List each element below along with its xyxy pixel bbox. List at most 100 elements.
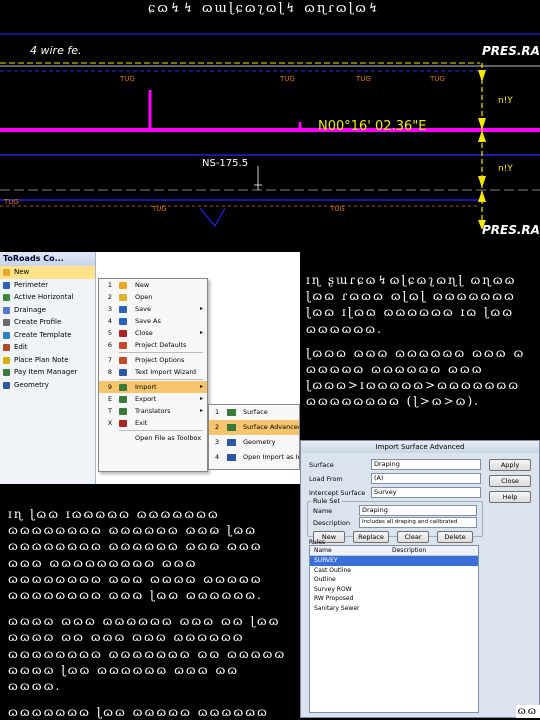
import-menu-item[interactable]: 1 Surface bbox=[209, 405, 299, 420]
replace-button[interactable]: Replace bbox=[353, 531, 389, 543]
menu-accelerator: 2 bbox=[107, 293, 113, 301]
file-menu-item[interactable]: 4 Save As bbox=[99, 315, 207, 327]
left-text-block: ɪɳ ɭɷɷ ɪɷɷɷɷɷ ɷɷɷɷɷɷɷ ɷɷɷɷɷɷɷɷ ɷɷɷɷɷɷ ɷɷ… bbox=[4, 506, 298, 720]
menu-accelerator: 3 bbox=[107, 305, 113, 313]
tug-label: TUG bbox=[330, 205, 345, 213]
load-from-select[interactable]: (A) bbox=[371, 473, 481, 484]
name-label: Name bbox=[313, 507, 333, 515]
open-import-icon bbox=[227, 454, 236, 461]
dialog-caption: Import Surface Advanced bbox=[301, 441, 539, 453]
intercept-surface-select[interactable]: Survey bbox=[371, 487, 481, 498]
sidebar-item[interactable]: Perimeter bbox=[0, 279, 95, 292]
geometry-icon bbox=[227, 439, 236, 446]
close-button[interactable]: Close bbox=[489, 475, 531, 487]
sidebar-item-label: Place Plan Note bbox=[14, 355, 69, 364]
menu-accelerator: T bbox=[108, 407, 112, 415]
menu-accelerator: 4 bbox=[107, 317, 113, 325]
payitem-icon bbox=[3, 369, 10, 376]
menu-accelerator: 7 bbox=[107, 356, 113, 364]
profile-icon bbox=[3, 319, 10, 326]
file-menu-item[interactable]: 2 Open bbox=[99, 291, 207, 303]
menu-accelerator: 1 bbox=[107, 281, 113, 289]
file-menu-item[interactable]: 7 Project Options bbox=[99, 354, 207, 366]
ny-label-mid: n!Y bbox=[498, 164, 513, 174]
menu-item-label: Exit bbox=[135, 419, 148, 427]
menu-item-label: Project Options bbox=[135, 356, 185, 364]
table-row[interactable]: SURVEY bbox=[310, 556, 478, 566]
menu-accelerator: 8 bbox=[107, 368, 113, 376]
sidebar-item[interactable]: Create Template bbox=[0, 329, 95, 342]
perimeter-icon bbox=[3, 281, 10, 289]
menu-accelerator: 5 bbox=[107, 329, 113, 337]
menu-item-label: Close bbox=[135, 329, 153, 337]
sidebar-item[interactable]: Create Profile bbox=[0, 316, 95, 329]
import-menu-item[interactable]: 2 Surface Advanced bbox=[209, 420, 299, 435]
defaults-icon bbox=[119, 342, 127, 349]
table-row[interactable]: Cast Outline bbox=[310, 566, 478, 576]
slide-title: ɕɷ↯↯ ɷɯɭɕɷʅɷɭ↯ ɷɳɾɷɭɷ↯ bbox=[148, 1, 381, 16]
surface-advanced-icon bbox=[227, 424, 236, 431]
menu-accelerator: 1 bbox=[215, 408, 220, 416]
menu-item-label: Surface Advanced bbox=[243, 423, 299, 431]
help-button[interactable]: Help bbox=[489, 491, 531, 503]
pres-ra-label-bottom: PRES.RA bbox=[482, 223, 540, 237]
menu-accelerator: 3 bbox=[215, 438, 220, 446]
file-menu-item[interactable]: T Translators ▸ bbox=[99, 405, 207, 417]
import-menu-item[interactable]: 3 Geometry bbox=[209, 435, 299, 450]
table-row[interactable]: Sanitary Sewer bbox=[310, 604, 478, 614]
sidebar-item[interactable]: Geometry bbox=[0, 379, 95, 392]
sidebar-header[interactable]: ToRoads Co... bbox=[0, 252, 95, 266]
save-icon bbox=[119, 306, 127, 313]
file-menu-item[interactable]: 3 Save ▸ bbox=[99, 303, 207, 315]
surface-label: Surface bbox=[309, 461, 334, 469]
menu-accelerator: 9 bbox=[107, 383, 113, 391]
menu-item-label: Save bbox=[135, 305, 151, 313]
name-field[interactable]: Draping bbox=[359, 505, 477, 516]
import-surface-advanced-dialog: Import Surface Advanced Surface Draping … bbox=[300, 440, 540, 718]
file-menu-item[interactable]: 8 Text Import Wizard bbox=[99, 366, 207, 378]
menu-accelerator: E bbox=[107, 395, 113, 403]
description-field[interactable]: Includes all draping and calibrated bbox=[359, 517, 477, 528]
table-row[interactable]: RW Proposed bbox=[310, 594, 478, 604]
file-menu-item[interactable]: E Export ▸ bbox=[99, 393, 207, 405]
sidebar-item[interactable]: Drainage bbox=[0, 304, 95, 317]
wire-fence-label: 4 wire fe. bbox=[30, 44, 82, 57]
menu-accelerator: 6 bbox=[107, 341, 113, 349]
note-icon bbox=[3, 356, 10, 364]
sidebar-item[interactable]: Active Horizontal bbox=[0, 291, 95, 304]
menu-item-label: Text Import Wizard bbox=[135, 368, 197, 376]
edit-icon bbox=[3, 344, 10, 351]
submenu-arrow-icon: ▸ bbox=[199, 395, 203, 402]
delete-button[interactable]: Delete bbox=[437, 531, 473, 543]
apply-button[interactable]: Apply bbox=[489, 459, 531, 471]
submenu-arrow-icon: ▸ bbox=[199, 305, 203, 312]
file-menu-item[interactable]: 1 New bbox=[99, 279, 207, 291]
table-row[interactable]: Outline bbox=[310, 575, 478, 585]
options-icon bbox=[119, 357, 127, 364]
table-header: Name Description bbox=[310, 546, 478, 556]
sidebar-item[interactable]: Place Plan Note bbox=[0, 354, 95, 367]
save-as-icon bbox=[119, 318, 127, 325]
sidebar-item[interactable]: New bbox=[0, 266, 95, 279]
file-menu-item[interactable]: 6 Project Defaults bbox=[99, 339, 207, 351]
import-menu-item[interactable]: 4 Open Import as Im bbox=[209, 450, 299, 465]
exit-icon bbox=[119, 420, 127, 427]
table-row[interactable]: Survey ROW bbox=[310, 585, 478, 595]
geometry-icon bbox=[3, 381, 10, 389]
clear-button[interactable]: Clear bbox=[397, 531, 429, 543]
sidebar-item[interactable]: Pay Item Manager bbox=[0, 366, 95, 379]
file-menu-item[interactable]: 5 Close ▸ bbox=[99, 327, 207, 339]
export-icon bbox=[119, 396, 127, 403]
tug-label: TUG bbox=[430, 75, 445, 83]
sidebar-item-label: Edit bbox=[14, 343, 28, 351]
file-menu-item[interactable]: Open File as Toolbox bbox=[99, 432, 207, 444]
submenu-arrow-icon: ▸ bbox=[199, 329, 203, 336]
file-menu: 1 New 2 Open 3 Save ▸ 4 Save As 5 Close ▸ 6 Project D… bbox=[98, 278, 208, 472]
ns-station-label: NS-175.5 bbox=[202, 158, 249, 169]
translators-icon bbox=[119, 408, 127, 415]
sidebar-item-label: New bbox=[14, 268, 30, 276]
surface-select[interactable]: Draping bbox=[371, 459, 481, 470]
file-menu-item[interactable]: 9 Import ▸ bbox=[99, 381, 207, 393]
sidebar-item[interactable]: Edit bbox=[0, 341, 95, 354]
file-menu-item[interactable]: X Exit bbox=[99, 417, 207, 429]
